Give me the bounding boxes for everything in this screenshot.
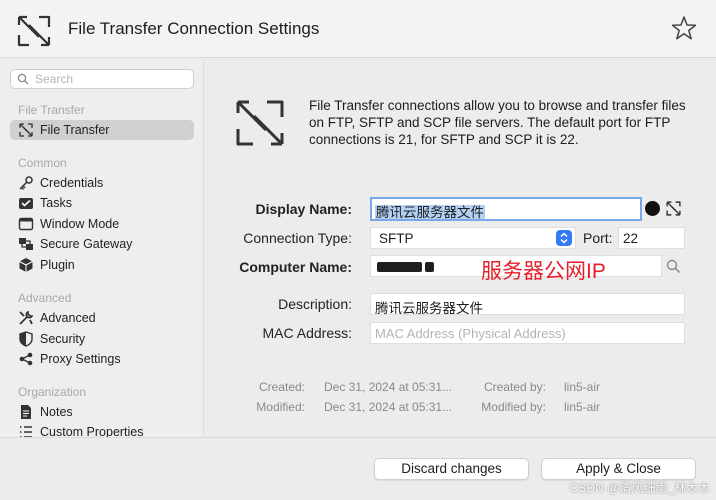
sidebar-item-advanced[interactable]: Advanced: [10, 308, 194, 328]
tools-icon: [19, 310, 34, 325]
display-name-field[interactable]: 腾讯云服务器文件: [370, 197, 642, 221]
gateway-icon: [19, 238, 33, 250]
search-input[interactable]: [35, 71, 185, 87]
description-value: 腾讯云服务器文件: [375, 301, 483, 315]
file-transfer-icon: [17, 15, 51, 47]
sidebar-item-label: Window Mode: [40, 217, 120, 231]
sidebar-item-plugin[interactable]: Plugin: [10, 255, 194, 275]
search-field[interactable]: [10, 69, 194, 89]
sidebar: File Transfer File Transfer Common Crede…: [0, 59, 204, 437]
created-value: Dec 31, 2024 at 05:31...: [324, 380, 453, 394]
file-transfer-icon: [236, 100, 284, 146]
file-transfer-icon: [19, 123, 33, 137]
sidebar-item-secure-gateway[interactable]: Secure Gateway: [10, 234, 194, 254]
sidebar-item-label: File Transfer: [40, 123, 110, 137]
created-label: Created:: [258, 380, 305, 394]
section-header-common: Common: [18, 156, 67, 170]
apply-close-button[interactable]: Apply & Close: [541, 458, 696, 480]
section-header-file-transfer: File Transfer: [18, 103, 85, 117]
modified-by-label: Modified by:: [481, 400, 546, 414]
mac-address-input[interactable]: [375, 326, 680, 341]
sidebar-item-custom-properties[interactable]: Custom Properties: [10, 422, 194, 437]
modified-by-value: lin5-air: [564, 400, 601, 414]
sidebar-item-security[interactable]: Security: [10, 329, 194, 349]
proxy-icon: [19, 352, 33, 366]
file-transfer-icon[interactable]: [665, 200, 682, 217]
description-label: Description:: [278, 296, 352, 312]
redacted-ip: [425, 262, 434, 272]
redacted-ip: [377, 262, 422, 272]
sidebar-item-window-mode[interactable]: Window Mode: [10, 214, 194, 234]
sidebar-item-file-transfer[interactable]: File Transfer: [10, 120, 194, 140]
annotation-public-ip: 服务器公网IP: [481, 260, 606, 283]
sidebar-item-tasks[interactable]: Tasks: [10, 193, 194, 213]
description-field[interactable]: 腾讯云服务器文件: [370, 293, 685, 315]
sidebar-item-label: Tasks: [40, 196, 72, 210]
sidebar-item-credentials[interactable]: Credentials: [10, 173, 194, 193]
sidebar-item-label: Advanced: [40, 311, 96, 325]
sidebar-item-label: Security: [40, 332, 86, 346]
port-value: 22: [623, 231, 639, 246]
display-name-label: Display Name:: [255, 201, 352, 217]
magnifier-icon[interactable]: [666, 259, 681, 274]
tasks-icon: [19, 198, 33, 209]
chevron-updown-icon: [556, 230, 572, 246]
mac-address-field[interactable]: [370, 322, 685, 344]
sidebar-item-label: Plugin: [40, 258, 75, 272]
search-icon: [17, 73, 29, 85]
modified-label: Modified:: [256, 400, 305, 414]
watermark: CSDN @清风细雨_林木木: [569, 481, 710, 495]
window-title: File Transfer Connection Settings: [68, 19, 320, 38]
intro-text: File Transfer connections allow you to b…: [309, 98, 686, 147]
mac-address-label: MAC Address:: [262, 325, 352, 341]
section-header-advanced: Advanced: [18, 291, 72, 305]
title-bar: File Transfer Connection Settings: [0, 0, 716, 58]
discard-changes-button[interactable]: Discard changes: [374, 458, 529, 480]
port-label: Port:: [583, 230, 613, 246]
port-field[interactable]: 22: [618, 227, 685, 249]
list-icon: [20, 426, 32, 437]
shield-icon: [19, 331, 33, 347]
connection-type-value: SFTP: [379, 231, 414, 246]
section-header-organization: Organization: [18, 385, 87, 399]
sidebar-item-proxy-settings[interactable]: Proxy Settings: [10, 349, 194, 369]
key-icon: [19, 176, 33, 191]
sidebar-item-notes[interactable]: Notes: [10, 402, 194, 422]
notes-icon: [21, 405, 31, 419]
color-picker-dot[interactable]: [645, 201, 660, 216]
connection-type-label: Connection Type:: [243, 230, 352, 246]
created-by-label: Created by:: [483, 380, 546, 394]
sidebar-item-label: Notes: [40, 405, 73, 419]
plugin-icon: [19, 258, 33, 272]
star-icon[interactable]: [670, 14, 698, 42]
sidebar-item-label: Credentials: [40, 176, 104, 190]
sidebar-item-label: Custom Properties: [40, 425, 144, 437]
display-name-value: 腾讯云服务器文件: [375, 205, 485, 220]
sidebar-item-label: Secure Gateway: [40, 237, 133, 251]
settings-pane: File Transfer connections allow you to b…: [205, 59, 716, 437]
created-by-value: lin5-air: [564, 380, 601, 394]
modified-value: Dec 31, 2024 at 05:31...: [324, 400, 453, 414]
connection-type-select[interactable]: SFTP: [370, 227, 576, 249]
sidebar-item-label: Proxy Settings: [40, 352, 121, 366]
computer-name-label: Computer Name:: [239, 259, 352, 275]
window-icon: [18, 217, 34, 231]
